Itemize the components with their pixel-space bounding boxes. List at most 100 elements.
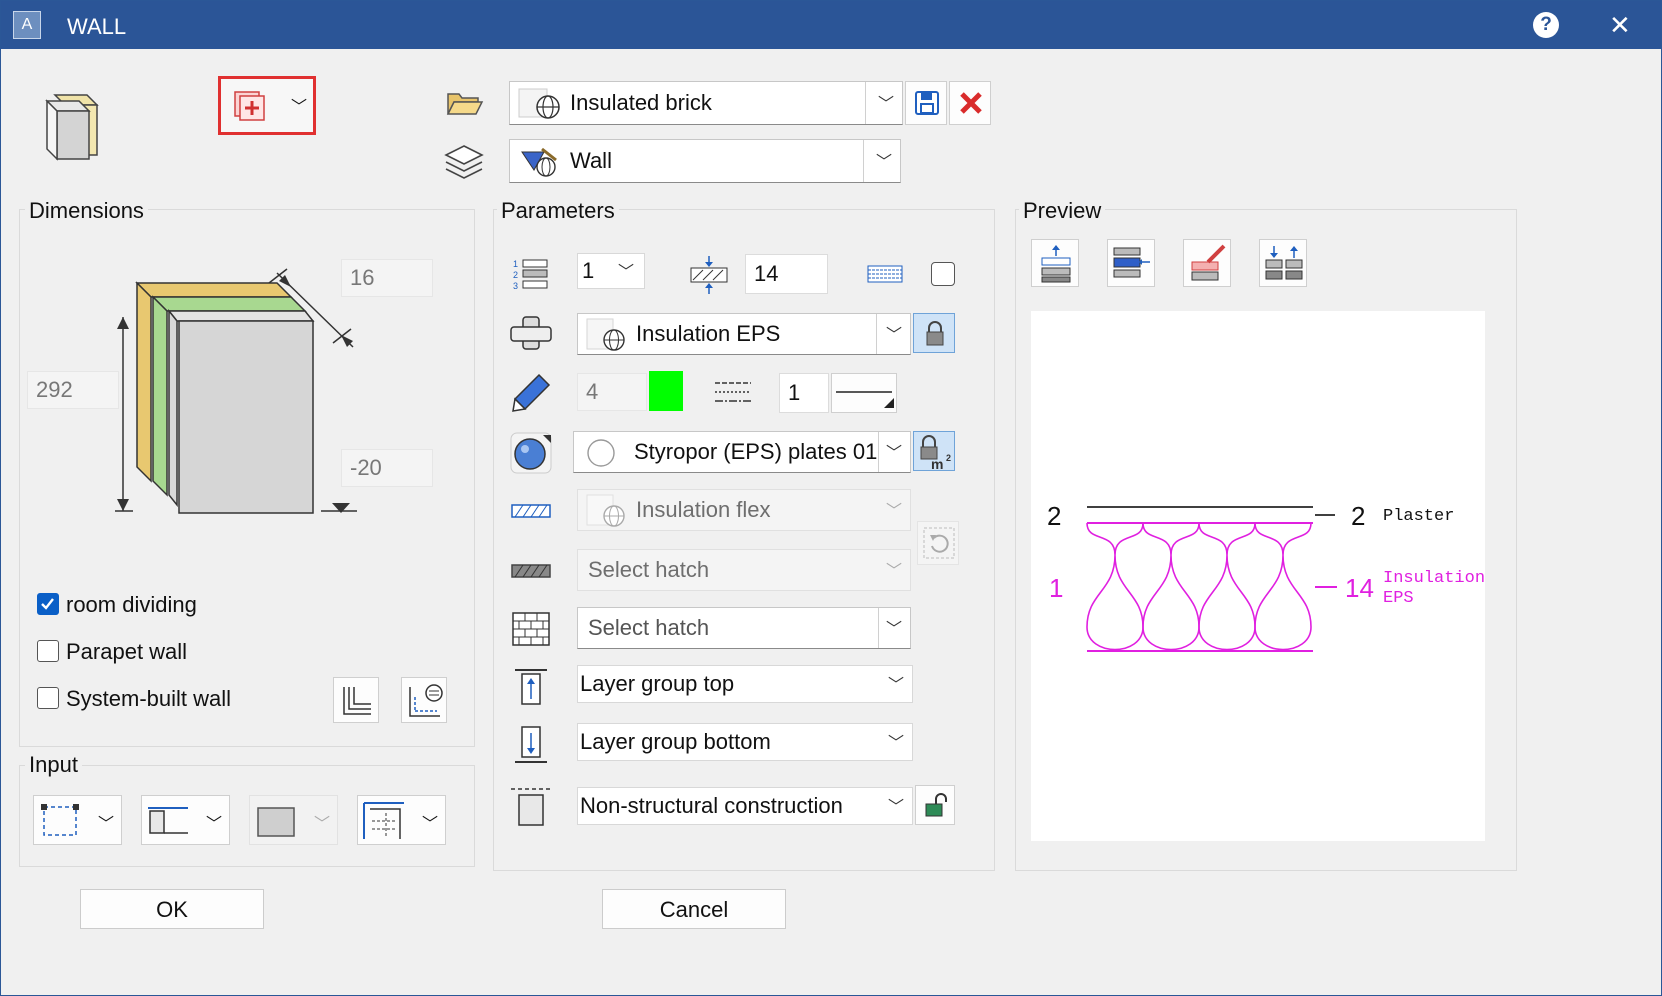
layer-number-combo[interactable]: 1 ﹀ <box>577 253 645 289</box>
corner-settings-button[interactable] <box>333 677 379 723</box>
material-globe-icon <box>586 318 625 351</box>
add-layer-dropdown[interactable]: ﹀ <box>218 76 316 135</box>
chevron-down-icon: ﹀ <box>875 153 892 171</box>
construction-lock-button[interactable] <box>915 785 955 825</box>
ok-button[interactable]: OK <box>80 889 264 929</box>
construction-icon <box>511 788 551 826</box>
input-rectangle-mode-dropdown[interactable]: ﹀ <box>33 795 122 845</box>
hatch-combo-2[interactable]: Select hatch ﹀ <box>577 607 911 649</box>
layers-icon[interactable] <box>444 143 484 183</box>
wall-icon <box>45 94 99 161</box>
chevron-down-icon: ﹀ <box>314 816 331 833</box>
combo-separator <box>865 82 866 124</box>
preview-right-top-number: 2 <box>1351 501 1366 531</box>
svg-text:m: m <box>931 456 943 471</box>
preview-title: Preview <box>1019 198 1106 224</box>
help-button[interactable]: ? <box>1533 12 1559 38</box>
pattern-combo[interactable]: Insulation flex ﹀ <box>577 489 911 531</box>
chevron-down-icon: ﹀ <box>887 798 904 816</box>
material-combo[interactable]: Insulated brick ﹀ <box>509 81 903 125</box>
parapet-wall-checkbox[interactable] <box>37 640 59 662</box>
chevron-down-icon: ﹀ <box>422 816 439 833</box>
checkmark-icon <box>41 598 54 610</box>
pen-icon <box>512 373 551 412</box>
close-button[interactable]: ✕ <box>1609 10 1631 41</box>
line-style-icon <box>836 391 894 408</box>
insert-layer-icon <box>1113 247 1150 278</box>
chevron-down-icon: ﹀ <box>206 816 223 833</box>
chevron-down-icon: ﹀ <box>887 676 904 694</box>
layer-combo[interactable]: Wall ﹀ <box>509 139 901 183</box>
title-bar: A WALL ? ✕ <box>1 1 1661 49</box>
chevron-down-icon: ﹀ <box>885 620 902 638</box>
system-built-wall-checkbox[interactable] <box>37 687 59 709</box>
wall-dialog: A WALL ? ✕ ﹀ Insulated brick ﹀ Wall ﹀ Di… <box>0 0 1662 996</box>
chevron-down-icon: ﹀ <box>98 816 115 833</box>
hatch-combo-1[interactable]: Select hatch ﹀ <box>577 549 911 591</box>
save-icon <box>915 91 939 115</box>
layer-thickness-icon <box>690 256 728 294</box>
surface-combo[interactable]: Styropor (EPS) plates 01 ﹀ <box>573 431 911 473</box>
preview-canvas: 2 1 2 Plaster 14 Insulation EPS <box>1031 311 1485 841</box>
material-globe-icon <box>518 88 560 119</box>
grid-placement-icon <box>363 802 404 839</box>
layer-group-top-combo[interactable]: Layer group top ﹀ <box>577 665 913 703</box>
material-lock-button[interactable] <box>913 313 955 353</box>
height-field[interactable]: 292 <box>27 371 119 409</box>
line-type-icon <box>715 382 751 402</box>
erase-layer-icon <box>1191 244 1226 281</box>
svg-text:3: 3 <box>513 281 518 291</box>
thickness-field[interactable]: 16 <box>341 259 433 297</box>
pen-field[interactable]: 4 <box>577 373 647 411</box>
system-built-wall-label: System-built wall <box>66 686 232 711</box>
insert-layer-button[interactable] <box>1107 239 1155 287</box>
surface-lock-m2-button[interactable]: m 2 <box>913 431 955 471</box>
chevron-down-icon: ﹀ <box>291 99 308 116</box>
input-fill-mode-dropdown[interactable]: ﹀ <box>249 795 338 845</box>
preview-right-top-label: Plaster <box>1383 507 1455 526</box>
brick-hatch-icon <box>512 612 550 646</box>
dimensions-title: Dimensions <box>25 198 148 224</box>
refresh-button[interactable] <box>917 521 959 565</box>
layer-group-bottom-combo[interactable]: Layer group bottom ﹀ <box>577 723 913 761</box>
svg-text:1: 1 <box>513 259 518 269</box>
construction-combo[interactable]: Non-structural construction ﹀ <box>577 787 913 825</box>
chevron-down-icon: ﹀ <box>885 444 902 462</box>
pen-color-swatch[interactable] <box>649 371 683 411</box>
dimensions-diagram <box>115 268 357 514</box>
room-dividing-checkbox[interactable] <box>37 593 59 615</box>
layer-combo-value: Wall <box>570 148 612 173</box>
chevron-down-icon: ﹀ <box>887 734 904 752</box>
offset-field[interactable]: -20 <box>341 449 433 487</box>
input-wall-mode-dropdown[interactable]: ﹀ <box>141 795 230 845</box>
app-icon: A <box>13 11 41 39</box>
save-button[interactable] <box>905 81 947 125</box>
layer-number-icon: 1 2 3 <box>513 259 548 291</box>
preview-left-mid-number: 1 <box>1049 573 1064 603</box>
unlock-icon <box>925 793 947 817</box>
folder-open-icon[interactable] <box>446 90 484 116</box>
joint-settings-button[interactable] <box>401 677 447 723</box>
preview-right-mid-label-2: EPS <box>1383 589 1414 608</box>
hatch-checkbox[interactable] <box>931 262 955 286</box>
input-grid-mode-dropdown[interactable]: ﹀ <box>357 795 446 845</box>
layer-pen-icon <box>521 147 557 177</box>
delete-layer-button[interactable] <box>1183 239 1231 287</box>
parapet-wall-label: Parapet wall <box>66 639 188 664</box>
layer-material-combo[interactable]: Insulation EPS ﹀ <box>577 313 911 355</box>
chevron-down-icon: ﹀ <box>617 263 634 281</box>
corner-icon <box>343 687 371 715</box>
pattern-icon <box>511 504 551 518</box>
add-layer-icon <box>234 91 265 121</box>
material-globe-icon <box>586 494 625 527</box>
line-field[interactable]: 1 <box>779 373 829 413</box>
cancel-button[interactable]: Cancel <box>602 889 786 929</box>
move-layer-up-button[interactable] <box>1031 239 1079 287</box>
input-title: Input <box>25 752 82 778</box>
layer-thickness-field[interactable]: 14 <box>745 254 828 294</box>
swap-layers-button[interactable] <box>1259 239 1307 287</box>
preview-right-mid-label-1: Insulation <box>1383 569 1486 588</box>
line-style-button[interactable] <box>831 373 897 413</box>
delete-button[interactable] <box>949 81 991 125</box>
combo-separator <box>863 140 864 182</box>
